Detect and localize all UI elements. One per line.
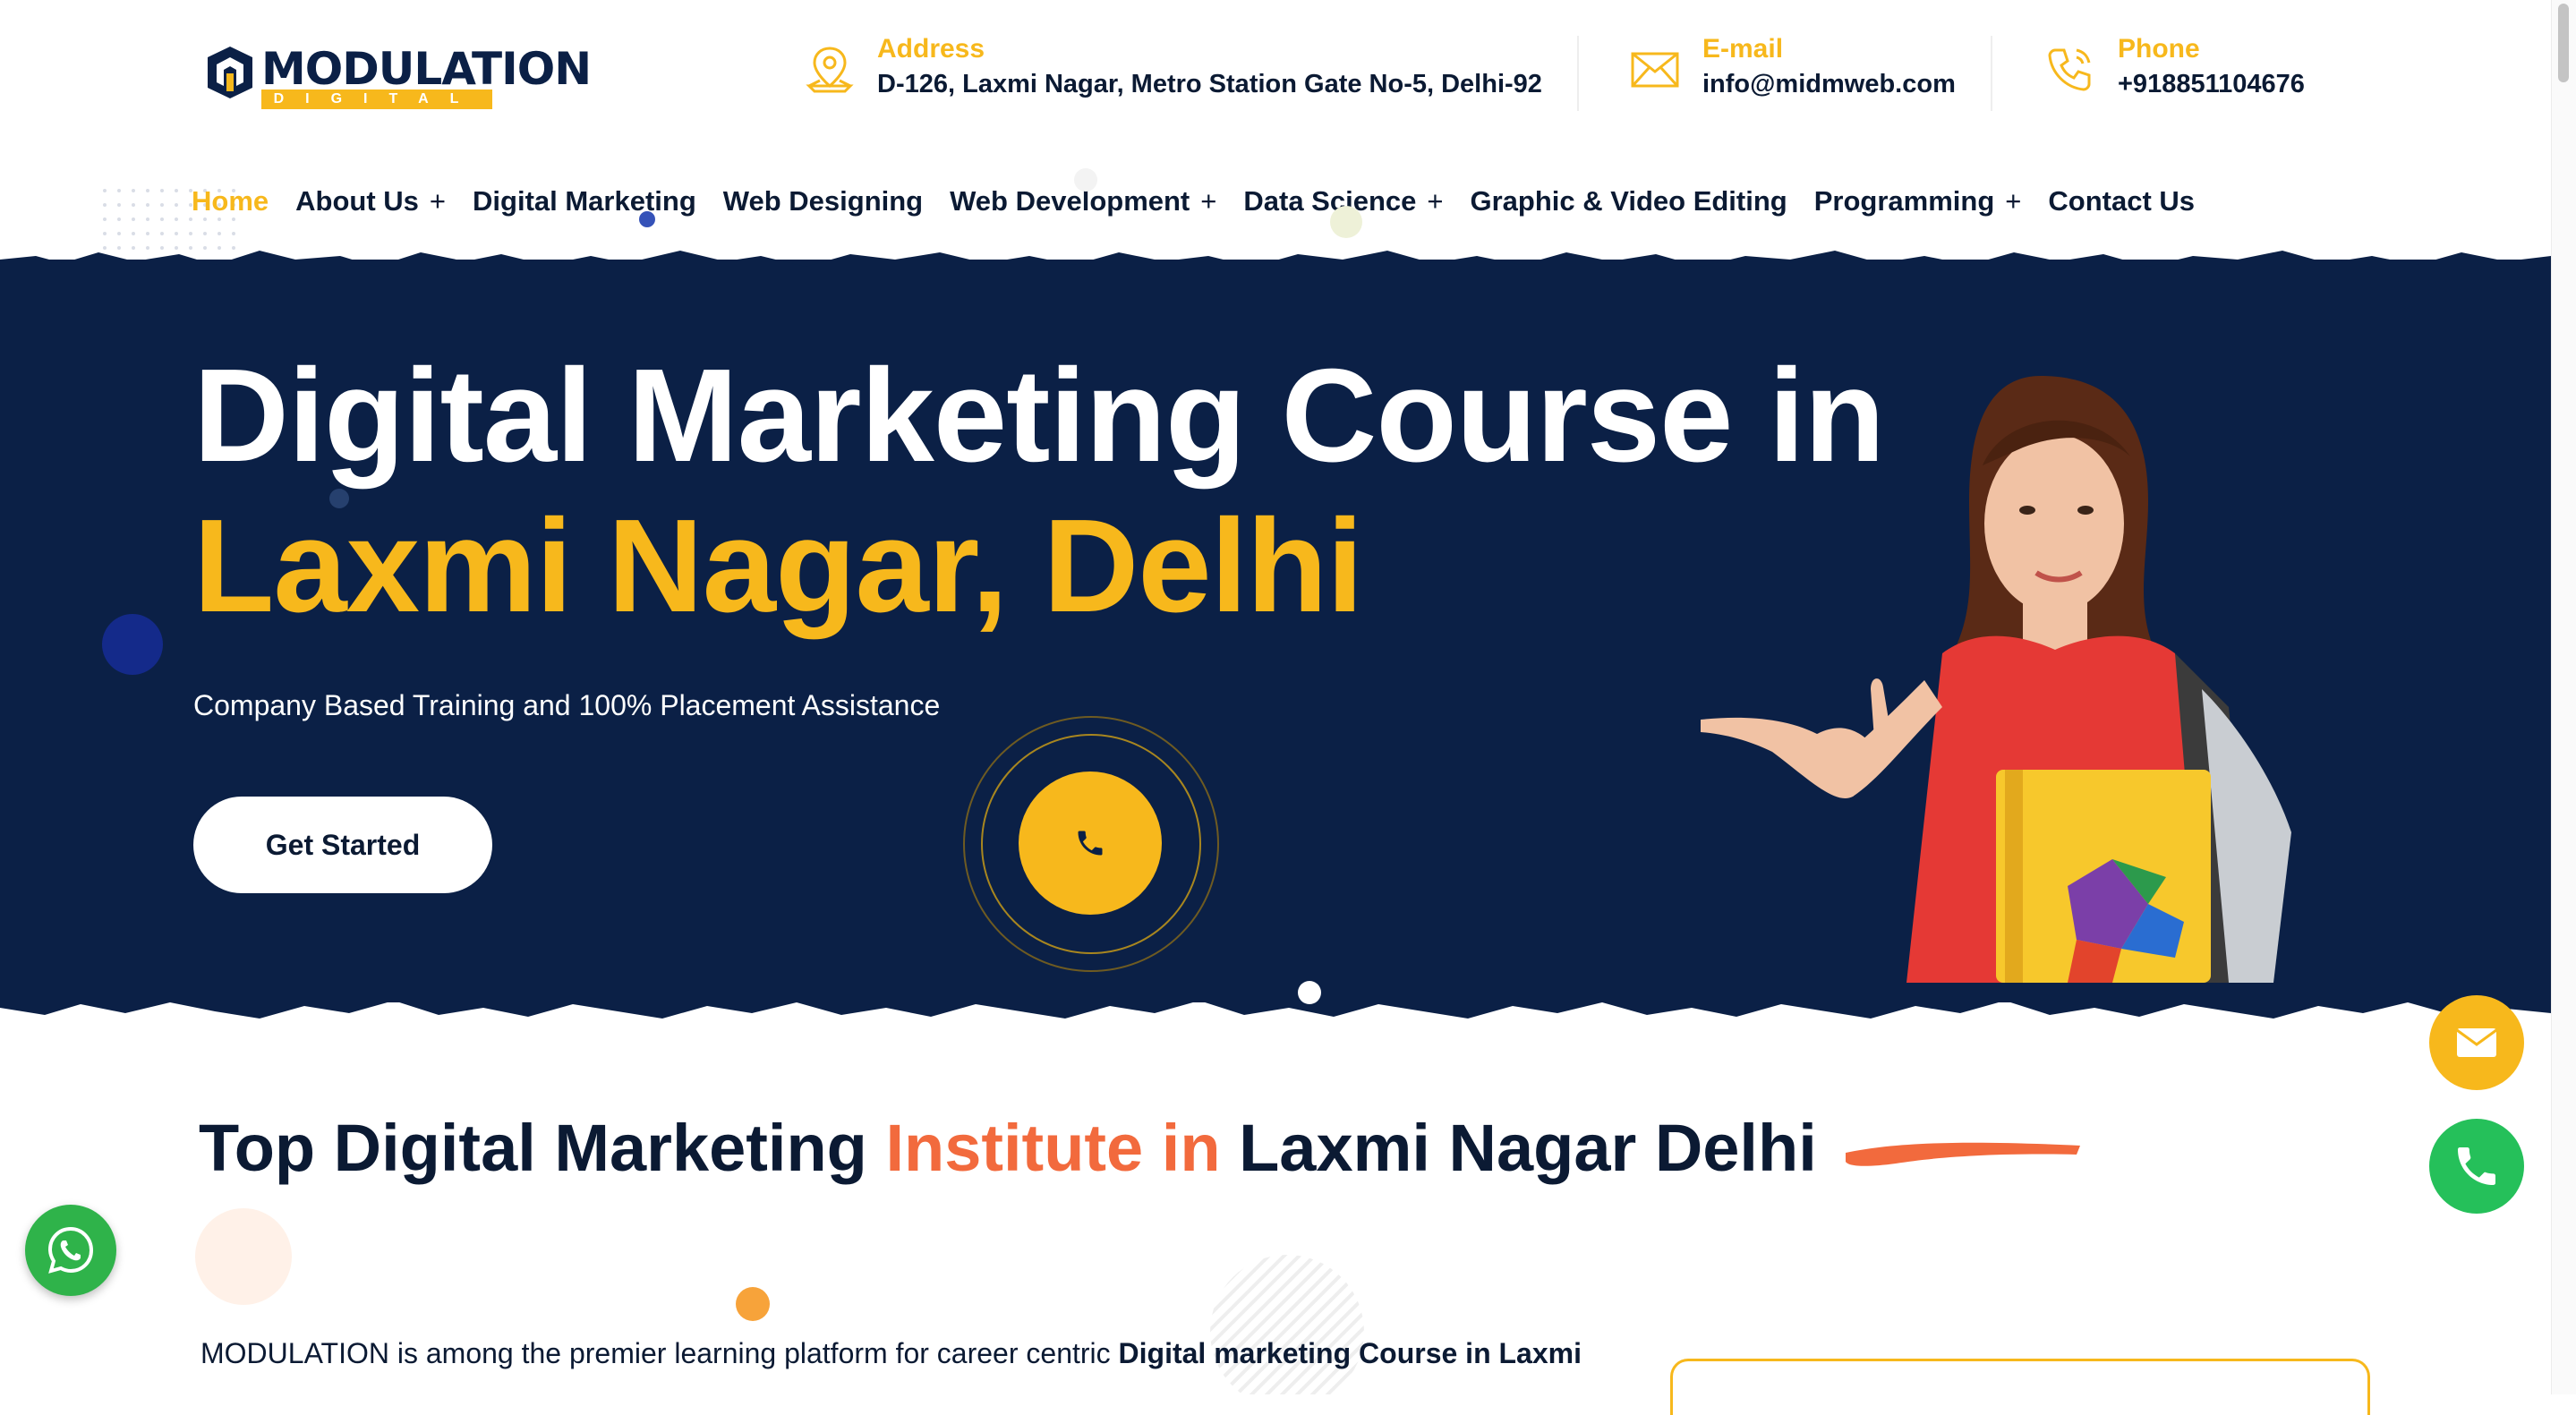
top-header: MODULATION DIGITAL Address D-126, Laxmi …	[0, 0, 2551, 152]
brush-stroke-decoration	[1846, 1142, 2080, 1166]
page-scrollbar[interactable]	[2551, 0, 2576, 1394]
phone-icon	[2048, 48, 2091, 91]
expand-icon: +	[1427, 185, 1444, 217]
hero-call-button[interactable]	[1019, 771, 1162, 915]
whatsapp-button[interactable]	[25, 1205, 116, 1296]
email-label: E-mail	[1702, 34, 1784, 64]
floating-mail-button[interactable]	[2429, 995, 2524, 1090]
decor-dot	[102, 614, 163, 675]
nav-contact-us[interactable]: Contact Us	[2048, 185, 2195, 217]
hero-title-line2: Laxmi Nagar, Delhi	[193, 492, 1363, 640]
decor-dot	[1330, 206, 1362, 238]
student-image	[1701, 376, 2291, 983]
expand-icon: +	[2005, 185, 2022, 217]
decor-dot	[736, 1287, 770, 1321]
title-highlight: Institute in	[885, 1111, 1221, 1185]
address-value: D-126, Laxmi Nagar, Metro Station Gate N…	[877, 70, 1542, 98]
expand-icon: +	[429, 185, 447, 217]
envelope-icon	[2456, 1028, 2497, 1057]
nav-home[interactable]: Home	[192, 185, 269, 217]
nav-digital-marketing[interactable]: Digital Marketing	[473, 185, 696, 217]
decor-dot	[1074, 168, 1097, 192]
main-nav: Home About Us + Digital Marketing Web Des…	[192, 179, 2195, 224]
divider	[1991, 36, 1992, 111]
brand-name: MODULATION	[261, 43, 592, 95]
email-value[interactable]: info@midmweb.com	[1702, 70, 1956, 99]
enquiry-card	[1670, 1359, 2370, 1415]
decor-dot	[195, 1208, 292, 1305]
divider	[1577, 36, 1579, 111]
nav-programming[interactable]: Programming +	[1814, 185, 2022, 217]
decor-dot	[639, 211, 655, 227]
hatch-decoration	[1210, 1255, 1364, 1394]
nav-about-us[interactable]: About Us +	[295, 185, 446, 217]
intro-paragraph: MODULATION is among the premier learning…	[200, 1337, 1582, 1369]
section-title: Top Digital Marketing Institute in Laxmi…	[199, 1111, 1817, 1185]
torn-edge-bottom	[0, 988, 2551, 1019]
nav-graphic-video-editing[interactable]: Graphic & Video Editing	[1470, 185, 1787, 217]
floating-phone-button[interactable]	[2429, 1119, 2524, 1214]
phone-label: Phone	[2118, 34, 2200, 64]
brand-tagline: DIGITAL	[261, 90, 492, 109]
phone-icon	[1078, 831, 1103, 856]
scrollbar-thumb[interactable]	[2558, 4, 2569, 82]
decor-dot	[1298, 981, 1321, 1004]
envelope-icon	[1631, 52, 1679, 88]
hero-title-line1: Digital Marketing Course in	[193, 342, 1885, 490]
phone-value[interactable]: +918851104676	[2118, 70, 2305, 99]
phone-icon	[2458, 1147, 2495, 1185]
get-started-button[interactable]: Get Started	[193, 797, 492, 893]
logo-mark-icon	[208, 47, 252, 98]
expand-icon: +	[1200, 185, 1217, 217]
torn-edge-top	[0, 251, 2551, 281]
hero-subtitle: Company Based Training and 100% Placemen…	[193, 689, 941, 721]
location-pin-icon	[806, 47, 854, 93]
nav-web-designing[interactable]: Web Designing	[723, 185, 923, 217]
whatsapp-icon	[47, 1226, 94, 1274]
brand-logo[interactable]: MODULATION DIGITAL	[202, 39, 592, 111]
address-label: Address	[877, 34, 985, 64]
